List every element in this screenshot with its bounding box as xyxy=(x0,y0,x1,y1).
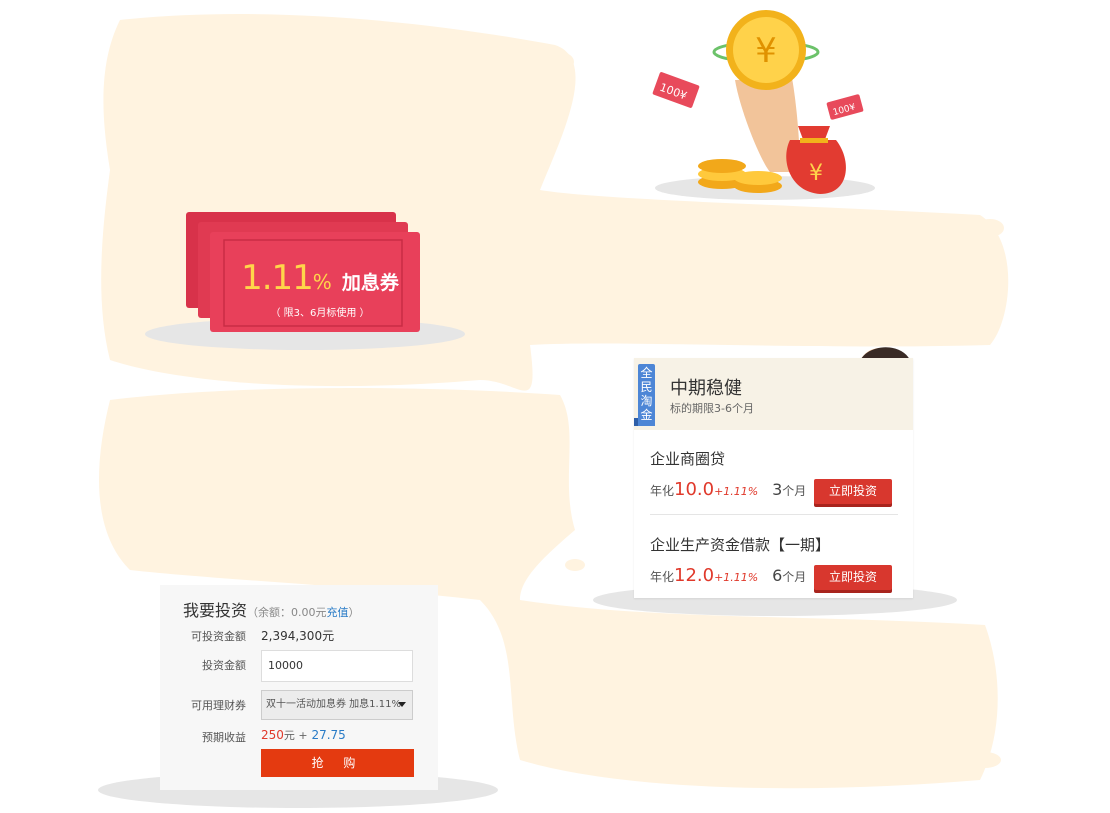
product-card: 全民淘金 中期稳健 标的期限3-6个月 企业商圈贷 年化10.0+1.11% 3… xyxy=(634,358,913,598)
invest-panel-title: 我要投资（余额：0.00元充值） xyxy=(183,597,360,621)
annual-rate: 10.0 xyxy=(674,479,715,500)
svg-text:¥: ¥ xyxy=(755,31,777,71)
bonus-rate: +1.11% xyxy=(714,571,759,584)
cream-dot xyxy=(565,559,585,571)
rate-prefix: 年化 xyxy=(650,484,675,498)
coupon-limit: （ 限3、6月标使用 ） xyxy=(270,308,370,319)
buy-button[interactable]: 抢 购 xyxy=(261,749,414,777)
invest-panel: 我要投资（余额：0.00元充值） 可投资金额 2,394,300元 投资金额 1… xyxy=(160,585,438,790)
money-hand-illustration: 100¥ 100¥ ¥ ¥ xyxy=(652,10,864,194)
earnings-base: 250 xyxy=(261,728,284,742)
cream-dot xyxy=(976,219,1004,237)
invest-now-button[interactable]: 立即投资 xyxy=(814,565,892,590)
product-item: 企业生产资金借款【一期】 年化12.0+1.11% 6个月 立即投资 xyxy=(650,534,898,591)
balance-open: （余额： xyxy=(247,606,292,619)
ribbon-tail xyxy=(634,418,638,426)
product-info: 年化12.0+1.11% 6个月 立即投资 xyxy=(650,565,898,591)
term-value: 3 xyxy=(772,480,783,499)
coupon-select-value: 双十一活动加息券 加息1.11% xyxy=(266,699,401,710)
cream-dot xyxy=(546,52,574,72)
product-name: 企业商圈贷 xyxy=(650,450,726,468)
available-value: 2,394,300元 xyxy=(261,629,335,643)
product-card-header: 全民淘金 中期稳健 标的期限3-6个月 xyxy=(634,358,913,430)
available-label: 可投资金额 xyxy=(191,630,246,643)
earnings-unit: 元 + xyxy=(283,729,308,742)
product-item: 企业商圈贷 年化10.0+1.11% 3个月 立即投资 xyxy=(650,448,898,505)
balance-value: 0.00元 xyxy=(291,606,327,619)
category-ribbon: 全民淘金 xyxy=(638,364,655,426)
bonus-rate: +1.11% xyxy=(714,485,759,498)
annual-rate: 12.0 xyxy=(674,565,715,586)
cream-dot xyxy=(969,752,1001,768)
category-subtitle: 标的期限3-6个月 xyxy=(670,402,754,415)
chevron-down-icon xyxy=(398,702,406,707)
panel-heading: 我要投资 xyxy=(183,601,248,620)
term-unit: 个月 xyxy=(782,570,807,584)
term-value: 6 xyxy=(772,566,783,585)
product-name: 企业生产资金借款【一期】 xyxy=(650,536,831,554)
coupon-rate: 1.11% xyxy=(241,258,332,298)
earnings-label: 预期收益 xyxy=(202,731,246,744)
invest-now-button[interactable]: 立即投资 xyxy=(814,479,892,504)
balance-close: ） xyxy=(348,606,360,619)
amount-label: 投资金额 xyxy=(202,659,246,672)
earnings-value: 250元 + 27.75 xyxy=(261,727,346,743)
coupon-select[interactable]: 双十一活动加息券 加息1.11% xyxy=(261,690,413,720)
recharge-link[interactable]: 充值 xyxy=(327,606,349,619)
coupon-text: 1.11% 加息券 （ 限3、6月标使用 ） xyxy=(232,258,408,319)
amount-input[interactable]: 10000 xyxy=(261,650,413,682)
svg-text:¥: ¥ xyxy=(809,161,823,186)
coupon-type: 加息券 xyxy=(341,272,399,294)
rate-prefix: 年化 xyxy=(650,570,675,584)
term-unit: 个月 xyxy=(782,484,807,498)
product-divider xyxy=(650,514,898,515)
product-info: 年化10.0+1.11% 3个月 立即投资 xyxy=(650,479,898,505)
earnings-bonus: 27.75 xyxy=(311,728,346,742)
coupon-select-label: 可用理财券 xyxy=(191,699,246,712)
category-title: 中期稳健 xyxy=(670,378,742,399)
